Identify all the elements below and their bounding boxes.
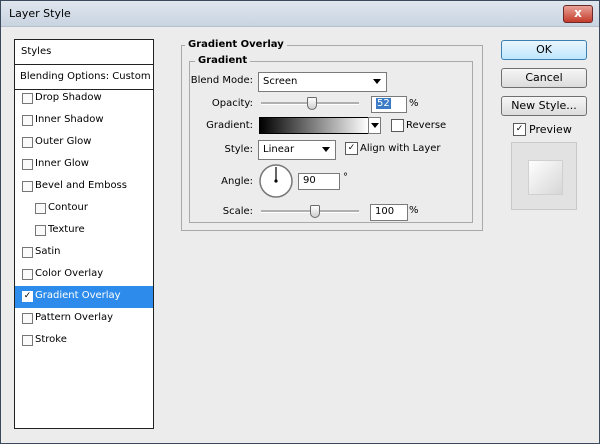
reverse-checkbox[interactable] (391, 119, 404, 132)
color-overlay-checkbox[interactable] (22, 269, 33, 280)
sidebar-item-inner-shadow[interactable]: Inner Shadow (15, 110, 153, 132)
align-with-layer-label: Align with Layer (360, 143, 441, 154)
blend-mode-select[interactable]: Screen (258, 72, 387, 92)
subgroup-title: Gradient (195, 55, 251, 66)
layer-style-dialog: Layer Style x Styles Blending Options: C… (0, 0, 600, 444)
new-style-button[interactable]: New Style... (501, 96, 587, 116)
opacity-value: 52 (376, 98, 391, 109)
styles-list: Styles Blending Options: Custom Drop Sha… (14, 39, 154, 429)
inner-glow-checkbox[interactable] (22, 159, 33, 170)
sidebar-item-stroke[interactable]: Stroke (15, 330, 153, 352)
check-icon: ✓ (347, 143, 356, 153)
style-value: Linear (263, 144, 295, 155)
sidebar-item-label: Contour (48, 202, 88, 213)
sidebar-item-pattern-overlay[interactable]: Pattern Overlay (15, 308, 153, 330)
sidebar-item-label: Gradient Overlay (35, 290, 121, 301)
stroke-checkbox[interactable] (22, 335, 33, 346)
window-title: Layer Style (9, 7, 71, 20)
scale-slider-thumb[interactable] (310, 205, 320, 218)
sidebar-item-label: Pattern Overlay (35, 312, 114, 323)
scale-slider[interactable] (261, 205, 359, 218)
opacity-unit: % (409, 98, 419, 109)
angle-dial[interactable] (258, 163, 294, 199)
gradient-picker[interactable] (259, 117, 369, 134)
sidebar-item-label: Outer Glow (35, 136, 92, 147)
align-with-layer-checkbox[interactable]: ✓ (345, 142, 358, 155)
blending-options-label: Blending Options: Custom (20, 71, 151, 82)
opacity-input[interactable]: 52 (371, 96, 407, 113)
blending-options-item[interactable]: Blending Options: Custom (15, 65, 153, 90)
close-button[interactable]: x (563, 5, 593, 23)
ok-button[interactable]: OK (501, 40, 587, 60)
outer-glow-checkbox[interactable] (22, 137, 33, 148)
scale-label: Scale: (222, 206, 253, 217)
sidebar-item-satin[interactable]: Satin (15, 242, 153, 264)
styles-header-label: Styles (21, 46, 52, 57)
angle-label: Angle: (221, 176, 253, 187)
satin-checkbox[interactable] (22, 247, 33, 258)
blend-mode-value: Screen (263, 76, 298, 87)
preview-thumbnail (528, 160, 563, 195)
scale-input[interactable]: 100 (370, 204, 408, 221)
scale-unit: % (409, 205, 419, 216)
blend-mode-label: Blend Mode: (190, 75, 253, 86)
panel-title: Gradient Overlay (185, 39, 287, 50)
check-icon: ✓ (515, 124, 524, 134)
sidebar-item-contour[interactable]: Contour (15, 198, 153, 220)
preview-checkbox[interactable]: ✓ (513, 123, 526, 136)
bevel-emboss-checkbox[interactable] (22, 181, 33, 192)
gradient-label: Gradient: (206, 120, 253, 131)
sidebar-item-bevel-emboss[interactable]: Bevel and Emboss (15, 176, 153, 198)
opacity-label: Opacity: (211, 98, 253, 109)
sidebar-item-drop-shadow[interactable]: Drop Shadow (15, 88, 153, 110)
reverse-label: Reverse (406, 120, 447, 131)
sidebar-item-label: Color Overlay (35, 268, 104, 279)
sidebar-item-texture[interactable]: Texture (15, 220, 153, 242)
angle-value: 90 (303, 175, 316, 186)
inner-shadow-checkbox[interactable] (22, 115, 33, 126)
gradient-overlay-checkbox[interactable]: ✓ (22, 291, 33, 302)
style-label: Style: (224, 144, 254, 155)
scale-value: 100 (375, 206, 395, 217)
sidebar-item-outer-glow[interactable]: Outer Glow (15, 132, 153, 154)
chevron-down-icon (373, 79, 381, 84)
sidebar-item-label: Stroke (35, 334, 67, 345)
pattern-overlay-checkbox[interactable] (22, 313, 33, 324)
sidebar-item-inner-glow[interactable]: Inner Glow (15, 154, 153, 176)
style-preview (511, 142, 577, 210)
texture-checkbox[interactable] (35, 225, 46, 236)
drop-shadow-checkbox[interactable] (22, 93, 33, 104)
styles-header[interactable]: Styles (15, 40, 153, 65)
preview-label: Preview (529, 123, 572, 136)
sidebar-item-color-overlay[interactable]: Color Overlay (15, 264, 153, 286)
sidebar-item-label: Drop Shadow (35, 92, 102, 103)
sidebar-item-label: Texture (48, 224, 85, 235)
cancel-button[interactable]: Cancel (501, 68, 587, 88)
title-bar: Layer Style x (1, 1, 599, 27)
opacity-slider[interactable] (261, 97, 359, 110)
opacity-slider-thumb[interactable] (307, 97, 317, 110)
style-select[interactable]: Linear (258, 140, 336, 160)
chevron-down-icon (322, 147, 330, 152)
chevron-down-icon (371, 123, 379, 128)
sidebar-item-gradient-overlay[interactable]: ✓ Gradient Overlay (15, 286, 153, 308)
gradient-dropdown[interactable] (368, 117, 381, 134)
sidebar-item-label: Inner Glow (35, 158, 89, 169)
angle-input[interactable]: 90 (298, 173, 340, 190)
sidebar-item-label: Bevel and Emboss (35, 180, 127, 191)
contour-checkbox[interactable] (35, 203, 46, 214)
sidebar-item-label: Satin (35, 246, 61, 257)
sidebar-item-label: Inner Shadow (35, 114, 104, 125)
degree-unit: ° (343, 172, 348, 183)
